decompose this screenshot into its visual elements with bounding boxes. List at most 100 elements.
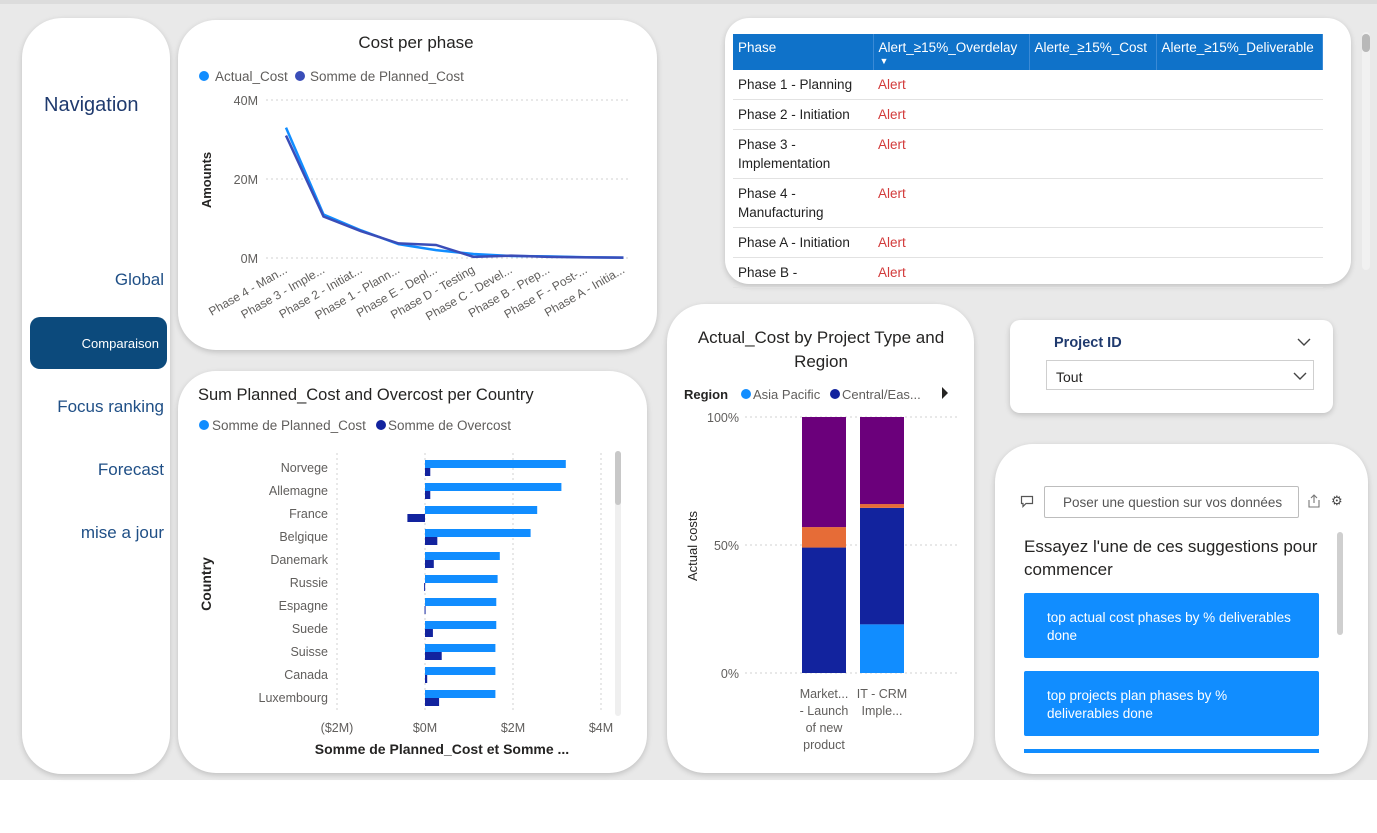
- legend-marker-planned: [295, 71, 305, 81]
- dropdown-chevron-down-icon[interactable]: [1293, 371, 1307, 381]
- table-row[interactable]: Phase 2 - Initiation Alert: [733, 99, 1323, 130]
- table-row[interactable]: Phase 1 - Planning Alert: [733, 70, 1323, 100]
- bar-overcost: [425, 698, 440, 706]
- cell-alert: Alert: [873, 70, 1029, 100]
- cost-per-phase-chart: Cost per phase Actual_Cost Somme de Plan…: [199, 33, 630, 323]
- x-tick-label: product: [803, 738, 845, 752]
- col-header-phase[interactable]: Phase: [733, 34, 874, 70]
- category-label: Norvege: [281, 461, 328, 475]
- x-tick-label: IT - CRM: [857, 687, 907, 701]
- segment-central-east: [802, 547, 846, 673]
- nav-global-button[interactable]: Global: [60, 270, 164, 290]
- y-axis-label: Country: [198, 557, 214, 611]
- page-scrollbar-thumb[interactable]: [1362, 34, 1370, 52]
- bar-overcost: [425, 537, 438, 545]
- table-row[interactable]: Phase A - Initiation Alert: [733, 227, 1323, 258]
- cell-alert: [1029, 227, 1156, 258]
- col-header-deliverable[interactable]: Alerte_≥15%_Deliverable: [1156, 34, 1323, 70]
- cell-phase: Phase 4 - Manufacturing: [733, 178, 873, 228]
- share-icon[interactable]: [1306, 493, 1322, 509]
- cell-phase: Phase 1 - Planning: [733, 70, 873, 100]
- cell-alert: [1029, 178, 1156, 228]
- qna-suggestions-heading: Essayez l'une de ces suggestions pour co…: [1024, 537, 1318, 579]
- y-tick-label: 40M: [234, 94, 258, 108]
- cost-per-phase-card: Cost per phase Actual_Cost Somme de Plan…: [178, 20, 657, 350]
- col-header-overdelay[interactable]: Alert_≥15%_Overdelay ▼: [873, 34, 1030, 70]
- navigation-panel: [22, 18, 170, 774]
- bar-overcost: [407, 514, 425, 522]
- legend-actual-cost: Actual_Cost: [215, 69, 288, 84]
- legend-marker-overcost: [376, 420, 386, 430]
- qna-scrollbar[interactable]: [1337, 532, 1343, 635]
- bar-planned-cost: [425, 483, 562, 491]
- y-axis-label: Amounts: [199, 152, 214, 208]
- suggestion-button-1[interactable]: top actual cost phases by % deliverables…: [1024, 593, 1319, 658]
- bar-overcost: [425, 560, 434, 568]
- bar-overcost: [425, 491, 431, 499]
- x-tick-label: $4M: [589, 721, 613, 735]
- category-label: Allemagne: [269, 484, 328, 498]
- nav-forecast-button[interactable]: Forecast: [60, 460, 164, 480]
- suggestion-button-2[interactable]: top projects plan phases by % deliverabl…: [1024, 671, 1319, 736]
- series-line-actual-cost: [284, 127, 624, 259]
- y-tick-label: 50%: [714, 539, 739, 553]
- segment-central-east: [860, 507, 904, 625]
- dropdown-value: Tout: [1056, 369, 1083, 385]
- project-id-dropdown[interactable]: [1046, 360, 1314, 390]
- nav-mise-a-jour-button[interactable]: mise a jour: [60, 523, 164, 543]
- x-tick-label: of new: [806, 721, 844, 735]
- x-tick-label: ($2M): [321, 721, 354, 735]
- settings-gear-icon[interactable]: ⚙: [1331, 493, 1343, 509]
- country-overcost-chart: Sum Planned_Cost and Overcost per Countr…: [198, 386, 621, 757]
- chart-scrollbar-thumb[interactable]: [615, 451, 621, 505]
- segment-orange: [802, 527, 846, 548]
- suggestion-button-3-partial[interactable]: [1024, 749, 1319, 753]
- table-row[interactable]: Phase 3 - Implementation Alert: [733, 129, 1323, 179]
- legend-marker-central: [830, 389, 840, 399]
- bar-planned-cost: [425, 460, 566, 468]
- bar-overcost: [425, 675, 428, 683]
- cell-phase: Phase 2 - Initiation: [733, 99, 873, 130]
- bar-planned-cost: [425, 598, 497, 606]
- col-header-cost[interactable]: Alerte_≥15%_Cost: [1029, 34, 1157, 70]
- cell-alert: [1029, 70, 1156, 100]
- slicer-collapse-chevron-icon[interactable]: [1297, 337, 1311, 347]
- navigation-title: Navigation: [44, 94, 139, 116]
- x-tick-label: $2M: [501, 721, 525, 735]
- legend-asia-pacific: Asia Pacific: [753, 387, 821, 402]
- segment-asia-pacific: [860, 624, 904, 673]
- legend-central-east: Central/Eas...: [842, 387, 921, 402]
- page-scrollbar[interactable]: [1362, 32, 1370, 270]
- legend-planned-cost: Somme de Planned_Cost: [212, 418, 366, 433]
- series-line-planned-cost: [284, 135, 624, 259]
- cell-alert: [1156, 70, 1323, 100]
- qna-question-input[interactable]: Poser une question sur vos données: [1044, 486, 1299, 518]
- cell-alert: Alert: [873, 257, 1029, 288]
- category-label: Suede: [292, 622, 328, 636]
- bar-overcost: [425, 629, 433, 637]
- category-label: France: [289, 507, 328, 521]
- x-tick-label: $0M: [413, 721, 437, 735]
- nav-comparaison-button[interactable]: Comparaison: [30, 317, 167, 369]
- cell-alert: [1156, 257, 1323, 288]
- report-canvas: Navigation Global Comparaison Focus rank…: [0, 0, 1377, 780]
- alerts-table: Phase Alert_≥15%_Overdelay ▼ Alerte_≥15%_…: [733, 34, 1323, 288]
- cell-phase: Phase B -: [733, 257, 873, 288]
- sort-desc-icon: ▼: [879, 56, 889, 66]
- table-row[interactable]: Phase B - Alert: [733, 257, 1323, 288]
- nav-focus-ranking-button[interactable]: Focus ranking: [40, 397, 164, 417]
- bar-planned-cost: [425, 644, 496, 652]
- bar-planned-cost: [425, 575, 498, 583]
- bar-planned-cost: [425, 506, 538, 514]
- bar-overcost: [424, 583, 426, 591]
- chart-title: Sum Planned_Cost and Overcost per Countr…: [198, 386, 534, 404]
- category-label: Suisse: [290, 645, 328, 659]
- chart-title: Cost per phase: [358, 33, 473, 52]
- bar-planned-cost: [425, 690, 496, 698]
- slicer-title: Project ID: [1054, 335, 1122, 351]
- legend-next-arrow-icon[interactable]: [942, 387, 948, 399]
- category-label: Canada: [284, 668, 328, 682]
- chart-title-line-1: Actual_Cost by Project Type and: [698, 328, 944, 347]
- table-row[interactable]: Phase 4 - Manufacturing Alert: [733, 178, 1323, 228]
- y-tick-label: 0%: [721, 667, 739, 681]
